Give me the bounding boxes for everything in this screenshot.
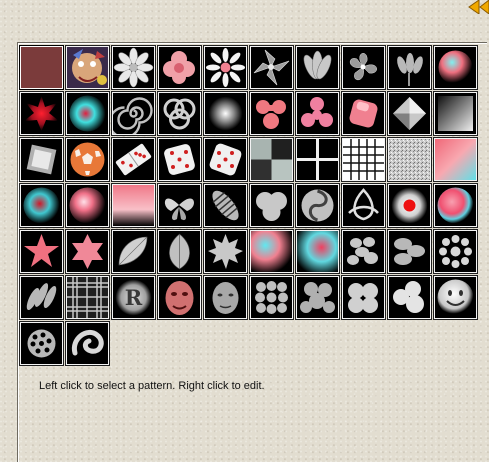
pattern-tile-cotton-balls[interactable] bbox=[341, 275, 386, 320]
pattern-tile-leaves[interactable] bbox=[111, 229, 156, 274]
pattern-tile-ribbon-blob[interactable] bbox=[65, 321, 110, 366]
pattern-tile-white-diamond[interactable] bbox=[387, 91, 432, 136]
pattern-tile-cyan-red-cloud[interactable] bbox=[295, 229, 340, 274]
pattern-tile-cyan-pink-cloud[interactable] bbox=[249, 229, 294, 274]
pattern-tile-pink-star[interactable] bbox=[19, 229, 64, 274]
pattern-tile-pink-blend[interactable] bbox=[111, 183, 156, 228]
pattern-tile-twisted-shapes[interactable] bbox=[19, 275, 64, 320]
pattern-tile-butterfly[interactable] bbox=[157, 183, 202, 228]
pattern-tile-pink-glow-orb[interactable] bbox=[65, 183, 110, 228]
pattern-tile-pink-hexstar[interactable] bbox=[65, 229, 110, 274]
help-instruction-text: Left click to select a pattern. Right cl… bbox=[39, 380, 265, 392]
pattern-tile-red-burst[interactable] bbox=[19, 91, 64, 136]
pattern-tile-round-clusters[interactable] bbox=[387, 275, 432, 320]
pattern-grid: R bbox=[19, 45, 482, 366]
pattern-tile-tulips[interactable] bbox=[387, 45, 432, 90]
pattern-tile-pink-knot[interactable] bbox=[249, 91, 294, 136]
pattern-tile-plaid[interactable] bbox=[65, 275, 110, 320]
pattern-tile-face-mask[interactable] bbox=[157, 275, 202, 320]
pattern-tile-pink-cube[interactable] bbox=[341, 91, 386, 136]
pattern-tile-soccer-ball[interactable] bbox=[65, 137, 110, 182]
pattern-tile-pebble-cluster[interactable] bbox=[249, 275, 294, 320]
pattern-tile-photo-collage[interactable] bbox=[65, 45, 110, 90]
pattern-tile-beveled-square[interactable] bbox=[19, 137, 64, 182]
pattern-tile-red-dot-glow[interactable] bbox=[387, 183, 432, 228]
pattern-tile-pink-cyan-sphere[interactable] bbox=[433, 183, 478, 228]
pattern-tile-white-dice-2[interactable] bbox=[203, 137, 248, 182]
pattern-tile-petals[interactable] bbox=[295, 45, 340, 90]
pattern-tile-pink-trefoil[interactable] bbox=[295, 91, 340, 136]
pattern-tile-celtic-knot[interactable] bbox=[157, 91, 202, 136]
pattern-tile-daisy[interactable] bbox=[203, 45, 248, 90]
pattern-tile-domino[interactable] bbox=[111, 137, 156, 182]
pattern-tile-cyan-pink-sphere[interactable] bbox=[433, 45, 478, 90]
pattern-tile-gear-cluster[interactable] bbox=[19, 321, 64, 366]
window-top-strip bbox=[0, 0, 489, 15]
pattern-tile-trefoil-knot[interactable] bbox=[341, 183, 386, 228]
pattern-tile-white-flowerburst[interactable] bbox=[433, 229, 478, 274]
pattern-tile-lily[interactable] bbox=[249, 45, 294, 90]
pattern-tile-cyan-red-glow[interactable] bbox=[65, 91, 110, 136]
pattern-tile-letter-r[interactable]: R bbox=[111, 275, 156, 320]
pattern-tile-red-cyan-orb[interactable] bbox=[19, 183, 64, 228]
pattern-tile-pebbles[interactable] bbox=[341, 229, 386, 274]
pattern-tile-gray-gradient[interactable] bbox=[433, 91, 478, 136]
pattern-tile-black-cross[interactable] bbox=[295, 137, 340, 182]
pattern-tile-white-flower[interactable] bbox=[111, 45, 156, 90]
pattern-tile-face-portrait[interactable] bbox=[203, 275, 248, 320]
pattern-tile-solid-brown[interactable] bbox=[19, 45, 64, 90]
pattern-tile-hibiscus[interactable] bbox=[341, 45, 386, 90]
nav-back-arrows-icon[interactable] bbox=[461, 0, 489, 15]
pattern-tile-pink-flower[interactable] bbox=[157, 45, 202, 90]
pattern-tile-smiley[interactable] bbox=[433, 275, 478, 320]
pattern-tile-metal-spiral[interactable] bbox=[111, 91, 156, 136]
pattern-tile-pink-cyan-blur[interactable] bbox=[433, 137, 478, 182]
pattern-tile-white-grid[interactable] bbox=[341, 137, 386, 182]
pattern-tile-gray-checker[interactable] bbox=[249, 137, 294, 182]
pattern-tile-white-dice[interactable] bbox=[157, 137, 202, 182]
pattern-tile-bubbles[interactable] bbox=[387, 229, 432, 274]
pattern-tile-white-glow[interactable] bbox=[203, 91, 248, 136]
pattern-tile-striped-feather[interactable] bbox=[203, 183, 248, 228]
pattern-tile-single-leaf[interactable] bbox=[157, 229, 202, 274]
pattern-tile-stone-pile[interactable] bbox=[295, 275, 340, 320]
pattern-tile-noise-texture[interactable] bbox=[387, 137, 432, 182]
pattern-tile-maple-leaf[interactable] bbox=[203, 229, 248, 274]
pattern-tile-swirl-disk[interactable] bbox=[295, 183, 340, 228]
letter-r-text: R bbox=[125, 285, 143, 310]
pattern-tile-soft-blobs[interactable] bbox=[249, 183, 294, 228]
